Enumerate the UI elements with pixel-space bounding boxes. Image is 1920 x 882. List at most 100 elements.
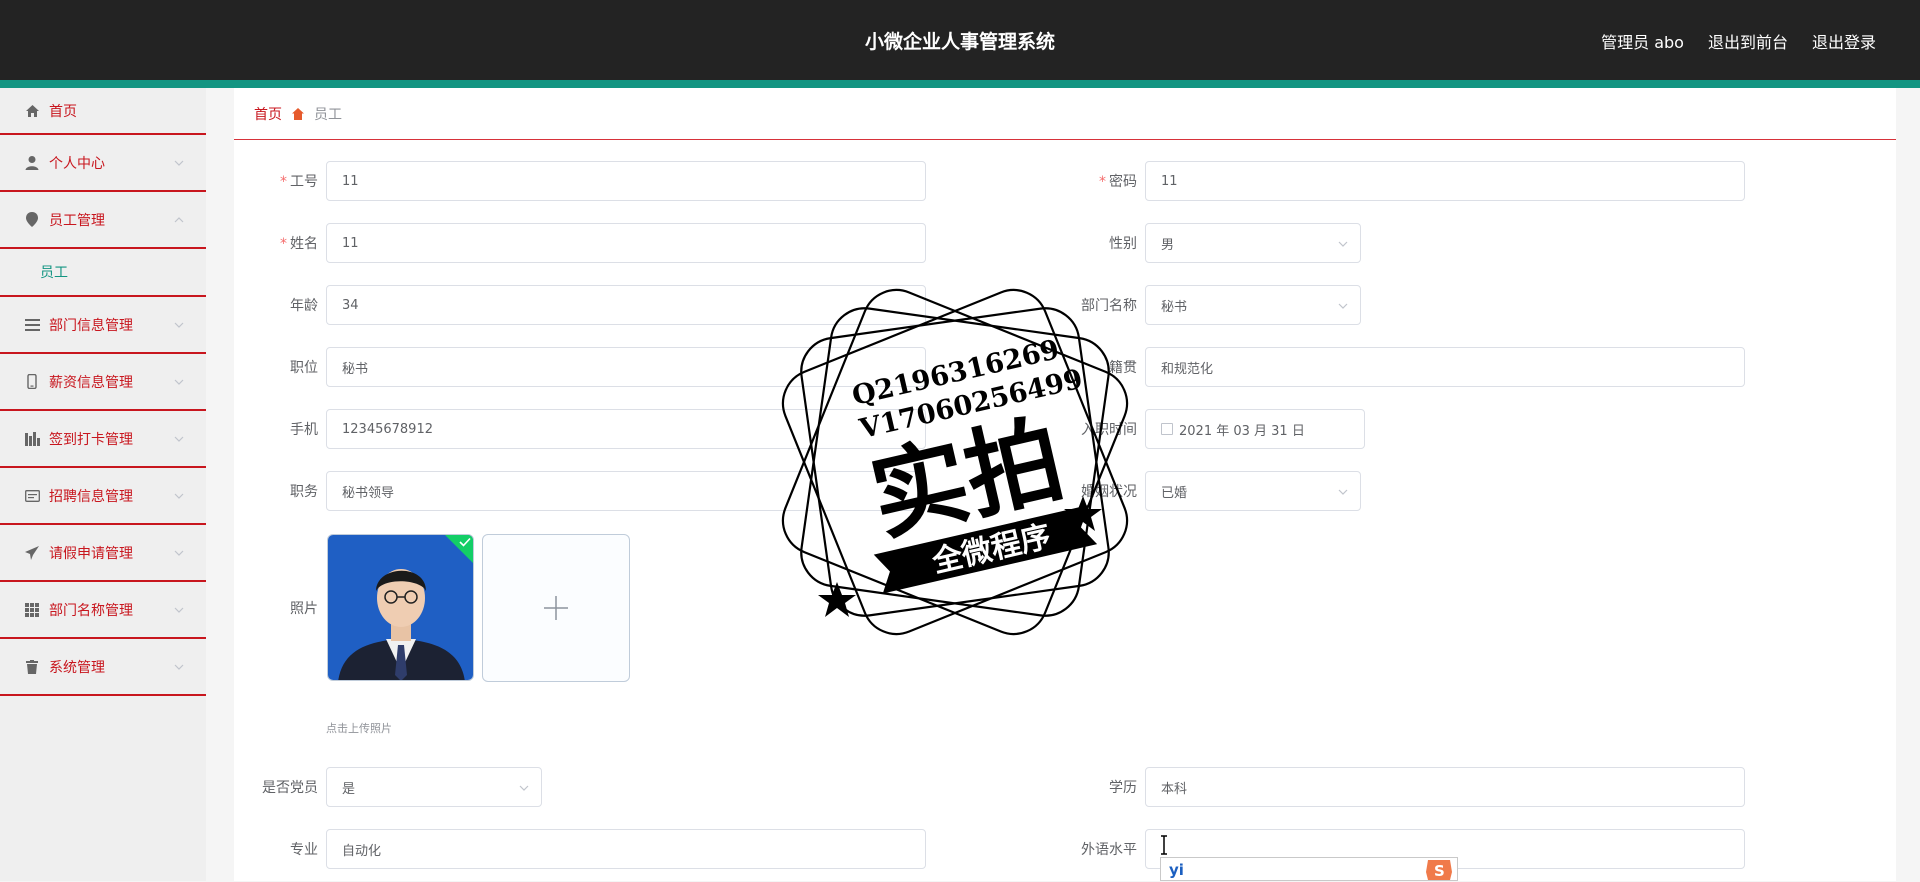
phone-icon: [24, 374, 40, 390]
zhiwu-input[interactable]: 秘书领导: [326, 471, 926, 511]
sidebar: 首页 个人中心 员工管理 员工 部门信息管理 薪资信息管理 签到打卡管理 招聘信…: [0, 88, 206, 881]
xingming-input[interactable]: 11: [326, 223, 926, 263]
sidebar-item-employee-management[interactable]: 员工管理: [0, 192, 206, 249]
chevron-down-icon: [174, 607, 184, 613]
header-actions: 管理员 abo 退出到前台 退出登录: [1601, 29, 1876, 53]
label-gonghao: * 工号: [280, 174, 318, 190]
dangyuan-value: 是: [342, 781, 356, 797]
chevron-down-icon: [174, 550, 184, 556]
photo-upload-button[interactable]: [482, 534, 630, 682]
main-content: 首页 员工 * 工号 11 * 密码 11 * 姓名 11 性别 男 年龄 34 部门…: [234, 88, 1896, 881]
check-icon: [459, 537, 471, 547]
upload-success-badge: [445, 535, 473, 563]
upload-tip: 点击上传照片: [326, 722, 392, 735]
label-jiguan: 籍贯: [1109, 360, 1137, 376]
breadcrumb: 首页 员工: [234, 88, 1896, 140]
xingbie-value: 男: [1161, 237, 1175, 253]
xingbie-select[interactable]: 男: [1145, 223, 1361, 263]
sidebar-item-label: 部门名称管理: [49, 602, 133, 619]
ime-candidate-box[interactable]: yi S: [1160, 857, 1458, 881]
ime-input-text: yi: [1169, 861, 1184, 879]
sidebar-item-department-info[interactable]: 部门信息管理: [0, 297, 206, 354]
nianling-input[interactable]: 34: [326, 285, 926, 325]
user-icon: [24, 155, 40, 171]
sogou-ime-icon: S: [1426, 860, 1452, 880]
send-icon: [24, 545, 40, 561]
hunyin-value: 已婚: [1161, 485, 1188, 501]
label-bumen: 部门名称: [1081, 298, 1137, 314]
label-zhiwu: 职务: [290, 484, 318, 500]
chevron-up-icon: [174, 216, 184, 222]
xueli-input[interactable]: 本科: [1145, 767, 1745, 807]
zhuanye-input[interactable]: 自动化: [326, 829, 926, 869]
logout-link[interactable]: 退出登录: [1812, 29, 1876, 53]
header-accent-bar: [0, 80, 1920, 88]
sidebar-item-label: 首页: [49, 103, 77, 120]
house-icon: [291, 107, 305, 121]
sidebar-item-home[interactable]: 首页: [0, 88, 206, 135]
calendar-icon: [1161, 423, 1173, 435]
chevron-down-icon: [174, 160, 184, 166]
chevron-down-icon: [174, 322, 184, 328]
sidebar-item-label: 请假申请管理: [49, 545, 133, 562]
admin-user-label[interactable]: 管理员 abo: [1601, 29, 1684, 53]
svg-text:S: S: [1434, 862, 1445, 880]
location-icon: [24, 212, 40, 228]
chevron-down-icon: [174, 664, 184, 670]
home-icon: [24, 103, 40, 119]
ruzhi-value: 2021 年 03 月 31 日: [1179, 423, 1305, 439]
label-xingming: * 姓名: [280, 236, 318, 252]
top-bar: 小微企业人事管理系统 管理员 abo 退出到前台 退出登录: [0, 0, 1920, 80]
bumen-select[interactable]: 秘书: [1145, 285, 1361, 325]
sidebar-item-label: 个人中心: [49, 155, 105, 172]
chevron-down-icon: [1338, 303, 1348, 309]
sidebar-item-label: 薪资信息管理: [49, 374, 133, 391]
chevron-down-icon: [174, 379, 184, 385]
delete-icon: [24, 659, 40, 675]
label-zhuanye: 专业: [290, 842, 318, 858]
chevron-down-icon: [519, 785, 529, 791]
sidebar-item-recruitment[interactable]: 招聘信息管理: [0, 468, 206, 525]
exit-to-front-link[interactable]: 退出到前台: [1708, 29, 1788, 53]
card-icon: [24, 488, 40, 504]
sidebar-item-department-name[interactable]: 部门名称管理: [0, 582, 206, 639]
breadcrumb-current: 员工: [314, 106, 342, 123]
mima-input[interactable]: 11: [1145, 161, 1745, 201]
sidebar-item-checkin[interactable]: 签到打卡管理: [0, 411, 206, 468]
text-cursor-icon: [1161, 835, 1167, 855]
sidebar-item-leave-request[interactable]: 请假申请管理: [0, 525, 206, 582]
dangyuan-select[interactable]: 是: [326, 767, 542, 807]
menu-icon: [24, 317, 40, 333]
chevron-down-icon: [174, 493, 184, 499]
sidebar-item-personal-center[interactable]: 个人中心: [0, 135, 206, 192]
label-xingbie: 性别: [1109, 236, 1137, 252]
sidebar-item-label: 签到打卡管理: [49, 431, 133, 448]
breadcrumb-home[interactable]: 首页: [254, 104, 282, 124]
label-xueli: 学历: [1109, 780, 1137, 796]
label-zhaopian: 照片: [290, 601, 318, 617]
plus-icon: [544, 596, 568, 620]
grid-icon: [24, 602, 40, 618]
sidebar-item-label: 部门信息管理: [49, 317, 133, 334]
label-shouji: 手机: [290, 422, 318, 438]
label-dangyuan: 是否党员: [262, 780, 318, 796]
hunyin-select[interactable]: 已婚: [1145, 471, 1361, 511]
sidebar-subitem-employee[interactable]: 员工: [0, 249, 206, 297]
shouji-input[interactable]: 12345678912: [326, 409, 926, 449]
label-mima: * 密码: [1099, 174, 1137, 190]
zhiwei-input[interactable]: 秘书: [326, 347, 926, 387]
label-zhiwei: 职位: [290, 360, 318, 376]
sidebar-item-system-management[interactable]: 系统管理: [0, 639, 206, 696]
chevron-down-icon: [174, 436, 184, 442]
bumen-value: 秘书: [1161, 299, 1188, 315]
chevron-down-icon: [1338, 241, 1348, 247]
jiguan-input[interactable]: 和规范化: [1145, 347, 1745, 387]
label-nianling: 年龄: [290, 298, 318, 314]
employee-photo[interactable]: [327, 534, 474, 681]
label-hunyin: 婚姻状况: [1081, 484, 1137, 500]
gonghao-input[interactable]: 11: [326, 161, 926, 201]
sidebar-item-label: 招聘信息管理: [49, 488, 133, 505]
label-ruzhi: 入职时间: [1081, 422, 1137, 438]
ruzhi-date-picker[interactable]: 2021 年 03 月 31 日: [1145, 409, 1365, 449]
sidebar-item-salary-info[interactable]: 薪资信息管理: [0, 354, 206, 411]
